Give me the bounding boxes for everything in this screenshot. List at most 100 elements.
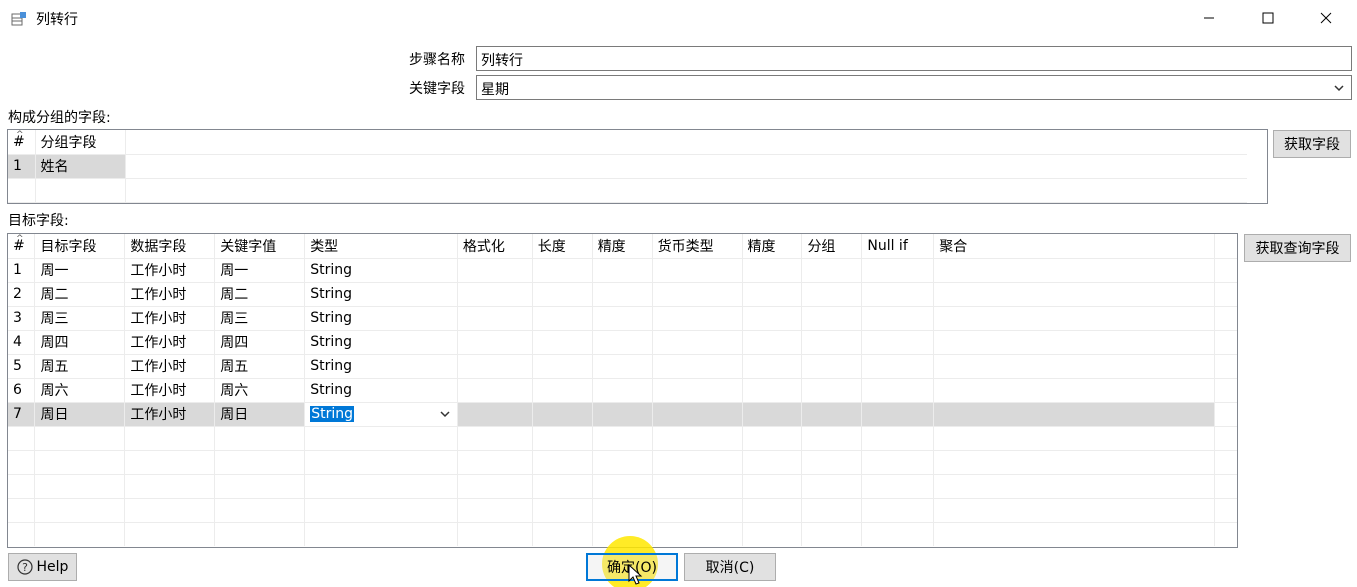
table-cell[interactable]: 周三 [34,306,126,331]
table-cell[interactable] [652,306,743,331]
table-row[interactable]: 5 周五 工作小时 周五 String [8,354,1237,379]
table-cell[interactable] [742,306,803,331]
maximize-button[interactable] [1245,0,1291,36]
table-row[interactable]: 6 周六 工作小时 周六 String [8,378,1237,403]
table-cell[interactable] [801,354,863,379]
table-cell[interactable] [532,330,593,355]
table-cell[interactable]: 周一 [214,258,306,283]
table-cell[interactable] [652,354,743,379]
type-dropdown-editor[interactable]: String [304,402,458,427]
table-cell[interactable]: 工作小时 [124,330,216,355]
column-header[interactable]: 精度 [592,234,653,259]
table-cell[interactable] [861,306,935,331]
table-cell[interactable]: 工作小时 [124,258,216,283]
minimize-button[interactable] [1186,0,1232,36]
table-cell[interactable] [532,306,593,331]
table-cell[interactable] [861,330,935,355]
table-cell[interactable] [592,282,653,307]
table-cell[interactable] [457,402,533,427]
table-cell[interactable] [652,330,743,355]
table-cell[interactable] [592,354,653,379]
table-cell[interactable] [652,378,743,403]
column-header[interactable]: 精度 [742,234,803,259]
table-cell[interactable] [861,402,935,427]
table-cell[interactable] [933,282,1216,307]
cancel-button[interactable]: 取消(C) [684,553,776,581]
column-header[interactable]: 长度 [532,234,593,259]
column-header[interactable]: 类型 [304,234,458,259]
table-cell[interactable] [742,282,803,307]
table-cell[interactable] [457,378,533,403]
get-lookup-fields-button[interactable]: 获取查询字段 [1244,234,1351,262]
table-cell[interactable]: 姓名 [35,154,126,179]
target-fields-table[interactable]: ^ # 目标字段 数据字段 关键字值 类型 格式化 长度 精度 货币类型 精度 分… [7,233,1238,548]
key-field-select[interactable]: 星期 [476,75,1352,100]
table-cell[interactable] [652,282,743,307]
column-header[interactable]: 格式化 [457,234,533,259]
table-cell[interactable]: String [304,258,458,283]
table-row[interactable]: 2 周二 工作小时 周二 String [8,282,1237,307]
table-cell[interactable]: 工作小时 [124,282,216,307]
table-cell[interactable] [801,330,863,355]
table-cell[interactable] [742,258,803,283]
column-header[interactable]: 目标字段 [34,234,126,259]
table-row[interactable]: 1 姓名 [8,154,1247,179]
table-cell[interactable] [933,258,1216,283]
table-cell[interactable] [861,282,935,307]
column-header[interactable]: 关键字值 [214,234,306,259]
table-cell[interactable] [742,330,803,355]
table-row[interactable]: 3 周三 工作小时 周三 String [8,306,1237,331]
table-cell[interactable] [457,282,533,307]
column-header[interactable]: ^ # [8,130,36,155]
table-cell[interactable]: 工作小时 [124,402,216,427]
table-cell[interactable] [742,402,803,427]
column-header[interactable]: Null if [861,234,935,259]
table-cell[interactable] [652,402,743,427]
table-cell[interactable] [532,258,593,283]
table-cell[interactable]: String [304,306,458,331]
table-cell[interactable]: 周五 [214,354,306,379]
get-fields-button[interactable]: 获取字段 [1273,130,1351,158]
close-button[interactable] [1303,0,1349,36]
table-cell[interactable]: String [304,282,458,307]
help-button[interactable]: ? Help [8,553,77,581]
table-cell[interactable] [742,378,803,403]
table-cell[interactable]: 工作小时 [124,354,216,379]
chevron-down-icon[interactable] [439,408,451,420]
table-cell[interactable] [532,402,593,427]
table-cell[interactable]: 周二 [34,282,126,307]
step-name-input[interactable]: 列转行 [476,46,1352,71]
table-cell[interactable] [801,378,863,403]
column-header[interactable]: 货币类型 [652,234,743,259]
table-cell[interactable] [457,306,533,331]
table-cell[interactable]: 周三 [214,306,306,331]
table-row[interactable]: 4 周四 工作小时 周四 String [8,330,1237,355]
table-cell[interactable] [532,378,593,403]
table-cell[interactable] [592,258,653,283]
table-cell[interactable]: 周日 [214,402,306,427]
table-cell[interactable] [592,330,653,355]
table-cell[interactable]: 周六 [34,378,126,403]
table-cell[interactable] [933,306,1216,331]
table-cell[interactable]: 周五 [34,354,126,379]
table-cell[interactable] [861,378,935,403]
table-cell[interactable] [933,402,1216,427]
table-cell[interactable] [933,354,1216,379]
table-cell[interactable] [592,378,653,403]
table-cell[interactable]: String [304,330,458,355]
table-cell[interactable]: 周二 [214,282,306,307]
column-header[interactable]: 分组 [801,234,863,259]
column-header[interactable]: 聚合 [933,234,1216,259]
table-row[interactable]: 1 周一 工作小时 周一 String [8,258,1237,283]
table-cell[interactable]: 工作小时 [124,306,216,331]
table-cell[interactable] [457,354,533,379]
table-cell[interactable] [532,354,593,379]
table-cell[interactable] [532,282,593,307]
table-cell[interactable] [652,258,743,283]
column-header[interactable]: 分组字段 [35,130,126,155]
type-selected-text[interactable]: String [310,406,354,422]
group-fields-table[interactable]: ^ # 分组字段 1 姓名 [7,129,1268,204]
table-cell[interactable]: 周日 [34,402,126,427]
column-header[interactable]: 数据字段 [124,234,216,259]
table-cell[interactable] [592,306,653,331]
